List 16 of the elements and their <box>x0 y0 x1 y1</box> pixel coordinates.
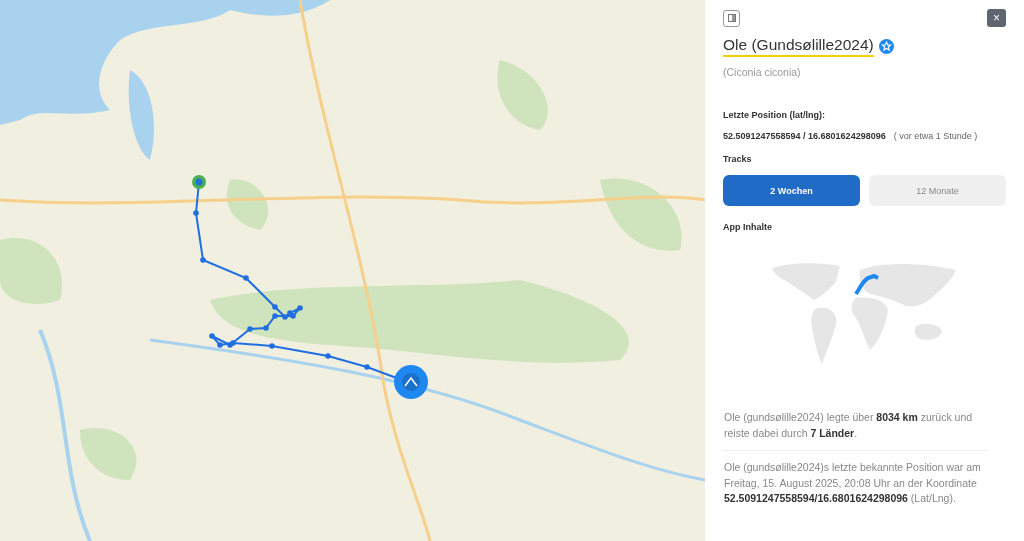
section-label: App Inhalte <box>723 222 773 232</box>
start-marker <box>192 175 206 189</box>
coordinates: 52.5091247558594 / 16.6801624298096 <box>723 131 886 141</box>
track-range-button[interactable]: 2 Wochen <box>723 175 860 206</box>
species-name: (Ciconia ciconia) <box>723 66 802 78</box>
close-button[interactable]: × <box>987 9 1006 27</box>
time-ago: ( vor etwa 1 Stunde ) <box>893 131 978 141</box>
summary-text: Ole (gundsølille2024) legte über 8034 km zurück und reiste dabei durch 7 Länder. <box>723 410 974 441</box>
bird-name: Ole (Gundsølille2024) <box>723 36 874 57</box>
last-position-text: Ole (gundsølille2024)s letzte bekannte Position war am Freitag, 15. August 2025, 20:08 Uhr an der Koordinate 52.5091247558594/16.6801624298096 (Lat/Lng). <box>723 460 982 506</box>
sidebar-icon <box>727 14 736 22</box>
bird-position-marker[interactable] <box>394 365 428 399</box>
section-label: Letzte Position (lat/lng): <box>723 110 826 120</box>
track-range-button[interactable]: 12 Monate <box>869 175 1006 206</box>
section-label: Tracks <box>723 154 753 164</box>
panel-toggle-button[interactable] <box>723 9 740 27</box>
